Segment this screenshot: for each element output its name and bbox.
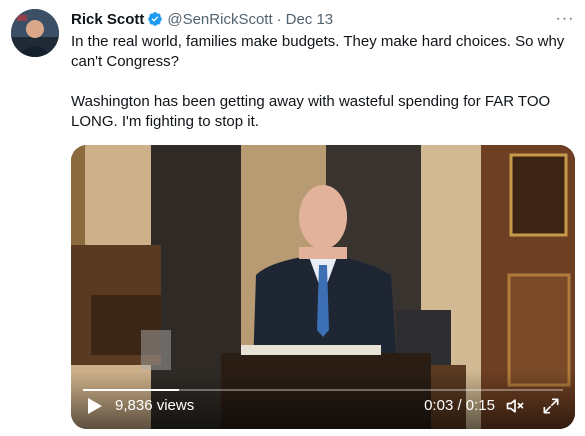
avatar[interactable] [11, 9, 59, 57]
author-name[interactable]: Rick Scott [71, 11, 144, 28]
video-progress-fill [83, 389, 179, 391]
verified-badge-icon [147, 11, 163, 27]
volume-muted-icon[interactable] [505, 396, 525, 416]
tweet[interactable]: Rick Scott @SenRickScott · Dec 13 ··· In… [0, 0, 585, 436]
video-player[interactable]: 9,836 views 0:03 / 0:15 [71, 145, 575, 429]
tweet-header: Rick Scott @SenRickScott · Dec 13 [71, 9, 333, 29]
tweet-text: In the real world, families make budgets… [71, 32, 571, 132]
video-controls: 9,836 views 0:03 / 0:15 [71, 371, 575, 429]
video-progress-bar[interactable] [83, 389, 563, 391]
tweet-date[interactable]: Dec 13 [286, 11, 334, 28]
author-handle[interactable]: @SenRickScott [167, 11, 272, 28]
play-icon[interactable] [87, 397, 103, 415]
video-time: 0:03 / 0:15 [424, 397, 495, 414]
tweet-text-paragraph-2: Washington has been getting away with wa… [71, 93, 551, 130]
more-options-icon[interactable]: ··· [555, 9, 575, 29]
avatar-image [11, 9, 59, 57]
video-views: 9,836 views [115, 397, 195, 414]
fullscreen-icon[interactable] [541, 396, 561, 416]
tweet-text-paragraph-1: In the real world, families make budgets… [71, 33, 565, 70]
separator-dot: · [276, 10, 282, 28]
